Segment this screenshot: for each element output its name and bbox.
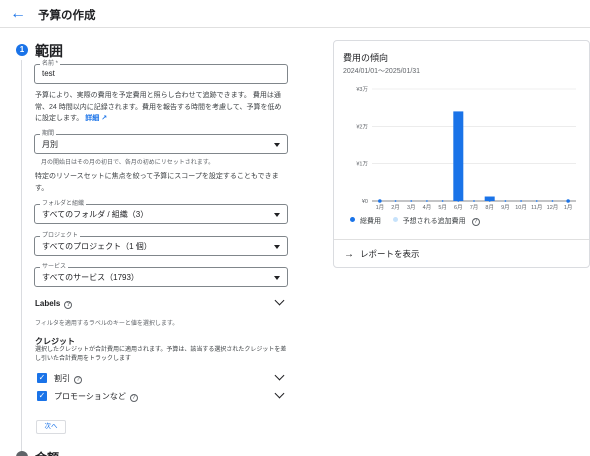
x-axis-point (426, 200, 428, 202)
cost-trend-range: 2024/01/01～2025/01/31 (343, 68, 421, 75)
x-axis-point (488, 200, 491, 202)
period-select[interactable]: 期間 月別 (34, 130, 288, 154)
section-title-amount[interactable]: 金額 (35, 449, 59, 456)
chevron-down-icon[interactable] (274, 295, 285, 306)
labels-desc: フィルタを適用するラベルのキーと値を選択します。 (35, 321, 179, 327)
scope-text: 特定のリソースセットに焦点を絞って予算にスコープを設定することもできます。 (35, 173, 279, 192)
project-value: すべてのプロジェクト（1 個） (42, 242, 152, 251)
promotion-label: プロモーションなど? (54, 391, 138, 402)
x-axis-point (535, 200, 538, 202)
help-icon[interactable]: ? (64, 301, 73, 309)
credits-desc: 選択したクレジットが合計費用に適用されます。予算は、該当する選択されたクレジット… (35, 347, 287, 362)
step-number-badge: 1 (16, 44, 28, 56)
help-icon[interactable]: ? (129, 394, 138, 402)
dropdown-caret-icon (274, 143, 280, 147)
y-tick-label: ¥2万 (356, 123, 368, 130)
dropdown-caret-icon (274, 245, 280, 249)
x-tick-label: 9月 (501, 204, 510, 211)
legend-actual: 総費用 (360, 218, 381, 225)
folder-select[interactable]: フォルダと組織 すべてのフォルダ / 組織（3） (34, 200, 288, 224)
x-tick-label: 11月 (531, 204, 542, 211)
discount-checkbox[interactable]: ✓ (37, 373, 47, 383)
arrow-right-icon: → (344, 249, 354, 260)
x-axis-point (473, 200, 475, 202)
x-tick-label: 1月 (564, 204, 573, 211)
y-tick-label: ¥1万 (356, 161, 368, 168)
x-axis-point (394, 200, 397, 202)
name-field[interactable]: 名前 * test (34, 60, 288, 84)
service-label: サービス (40, 263, 69, 271)
x-tick-label: 7月 (470, 204, 479, 211)
chevron-down-icon[interactable] (274, 370, 285, 381)
help-icon[interactable]: ? (471, 218, 480, 226)
period-hint: 月の開始日はその月の初日で、各月の初めにリセットされます。 (41, 160, 215, 166)
labels-title: Labels (35, 299, 61, 308)
x-tick-label: 4月 (423, 204, 432, 211)
forecast-legend-dot (392, 217, 398, 222)
next-button[interactable]: 次へ (36, 420, 66, 434)
labels-heading[interactable]: Labels? (35, 299, 73, 309)
x-tick-label: 6月 (454, 204, 463, 211)
x-axis-point (410, 200, 413, 202)
folder-label: フォルダと組織 (40, 200, 87, 208)
x-axis-point (551, 200, 554, 202)
project-label: プロジェクト (40, 232, 81, 240)
top-bar: ← 予算の作成 (0, 0, 590, 28)
view-report-link[interactable]: → レポートを表示 (344, 248, 420, 260)
cost-trend-title: 費用の傾向 (343, 53, 389, 63)
actual-legend-dot (350, 217, 355, 222)
name-field-value[interactable]: test (42, 69, 55, 78)
x-axis-point (520, 200, 522, 202)
service-select[interactable]: サービス すべてのサービス（1793） (34, 263, 288, 287)
external-link-icon: ↗ (101, 115, 108, 122)
budget-intro-text: 予算により、実際の費用を予定費用と照らし合わせて追跡できます。 費用は通常、24… (35, 90, 287, 125)
learn-more-link[interactable]: 詳細 ↗ (85, 115, 107, 122)
intro-text: 予算により、実際の費用を予定費用と照らし合わせて追跡できます。 費用は通常、24… (35, 92, 282, 122)
y-tick-label: ¥0 (362, 199, 368, 205)
project-select[interactable]: プロジェクト すべてのプロジェクト（1 個） (34, 232, 288, 256)
x-axis-point (504, 200, 507, 202)
discount-label: 割引? (54, 373, 82, 384)
period-value: 月別 (42, 140, 58, 149)
x-tick-label: 1月 (376, 204, 385, 211)
x-tick-label: 2月 (391, 204, 400, 211)
dropdown-caret-icon (274, 213, 280, 217)
cost-trend-card: 費用の傾向 2024/01/01～2025/01/31 1月 2月 3月 4月 5月 6月… (333, 40, 590, 268)
service-value: すべてのサービス（1793） (42, 273, 139, 282)
x-axis-point (457, 200, 460, 202)
page-title: 予算の作成 (38, 10, 96, 22)
step-2-badge (16, 451, 28, 456)
name-field-label: 名前 * (40, 60, 61, 68)
x-axis-point (378, 199, 382, 203)
cost-trend-chart: 1月 2月 3月 4月 5月 6月 7月 8月 9月 10月 11月 12月 1月 ¥0 ¥1万 ¥2万 ¥3… (356, 86, 576, 211)
stepper-line (21, 60, 22, 452)
divider (334, 239, 589, 240)
chart-legend: 総費用 予想される追加費用 ? (350, 216, 480, 226)
promotion-checkbox[interactable]: ✓ (37, 391, 47, 401)
x-tick-label: 8月 (485, 204, 494, 211)
folder-value: すべてのフォルダ / 組織（3） (42, 210, 149, 219)
x-axis-point (441, 200, 444, 202)
x-tick-label: 5月 (438, 204, 447, 211)
x-tick-label: 3月 (407, 204, 416, 211)
section-title-scope: 範囲 (35, 43, 63, 59)
period-label: 期間 (40, 130, 57, 138)
y-tick-label: ¥3万 (356, 86, 368, 93)
dropdown-caret-icon (274, 276, 280, 280)
cost-bar[interactable] (453, 111, 464, 201)
chevron-down-icon[interactable] (274, 388, 285, 399)
x-tick-label: 12月 (547, 204, 559, 211)
help-icon[interactable]: ? (74, 376, 82, 384)
legend-forecast: 予想される追加費用 (402, 218, 466, 225)
back-arrow-icon[interactable]: ← (9, 5, 27, 23)
x-axis-point (566, 199, 570, 203)
x-tick-label: 10月 (515, 204, 527, 211)
